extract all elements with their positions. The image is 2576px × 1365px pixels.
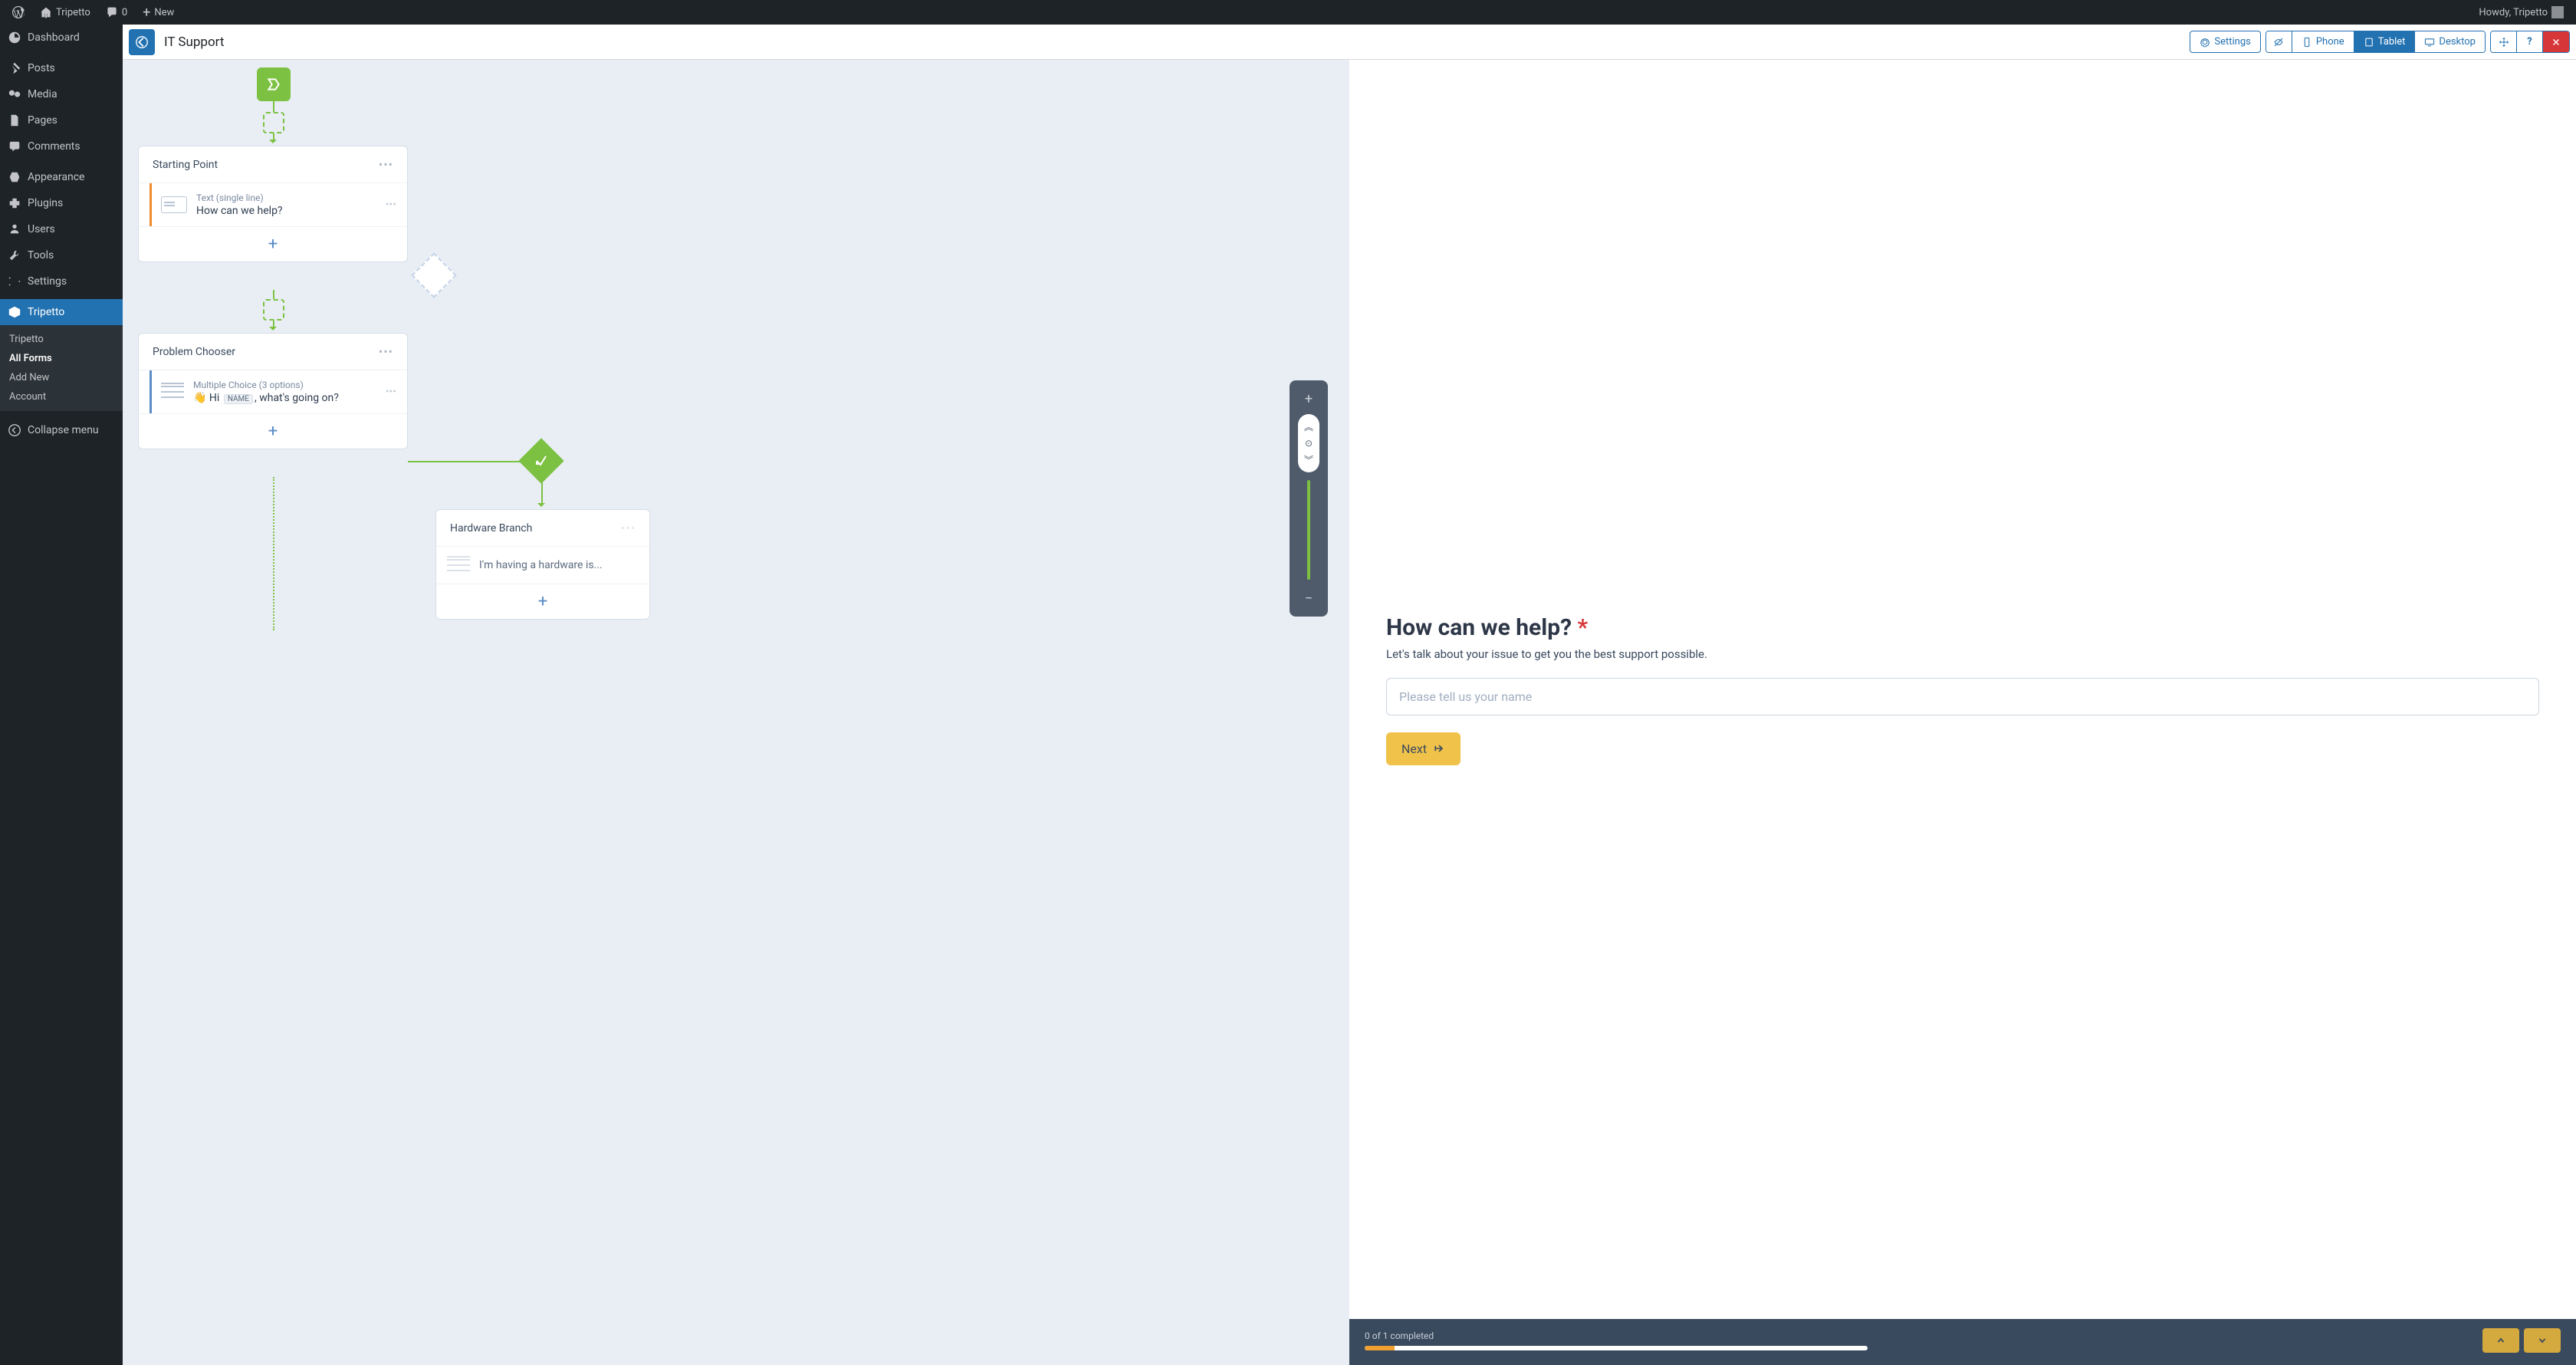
field-type: Text (single line): [196, 192, 376, 203]
more-icon[interactable]: •••: [386, 386, 396, 398]
more-icon[interactable]: •••: [379, 157, 393, 172]
card-title: Starting Point: [153, 159, 218, 171]
sidebar-submenu: Tripetto All Forms Add New Account: [0, 325, 123, 411]
sidebar-item-dashboard[interactable]: Dashboard: [0, 25, 123, 51]
comments-link[interactable]: 0: [100, 0, 133, 25]
new-link[interactable]: +New: [136, 0, 180, 25]
help-button[interactable]: ?: [2517, 31, 2543, 52]
main-area: IT Support Settings Phone Tablet Desktop…: [123, 25, 2576, 1365]
submenu-account[interactable]: Account: [0, 387, 123, 406]
prev-question-button[interactable]: [2482, 1328, 2519, 1353]
add-field-button[interactable]: +: [139, 226, 407, 261]
submenu-tripetto[interactable]: Tripetto: [0, 330, 123, 349]
field-text: 👋 Hi NAME, what's going on?: [193, 392, 376, 404]
flow-canvas[interactable]: Starting Point ••• Text (single line) How…: [123, 60, 1349, 1365]
wp-admin-bar: Tripetto 0 +New Howdy, Tripetto: [0, 0, 2576, 25]
tablet-button[interactable]: Tablet: [2354, 31, 2416, 52]
scroll-down-icon[interactable]: ︾: [1304, 453, 1313, 466]
avatar: [2551, 6, 2564, 18]
sidebar-item-pages[interactable]: Pages: [0, 107, 123, 133]
zoom-out-button[interactable]: −: [1298, 587, 1319, 609]
progress-bar: [1365, 1346, 1868, 1350]
preview-description: Let's talk about your issue to get you t…: [1386, 647, 2539, 661]
node-hardware-branch[interactable]: Hardware Branch ••• I'm having a hardware…: [435, 509, 650, 620]
next-question-button[interactable]: [2524, 1328, 2561, 1353]
card-title: Hardware Branch: [450, 522, 532, 534]
howdy-link[interactable]: Howdy, Tripetto: [2472, 0, 2570, 25]
toolbar: IT Support Settings Phone Tablet Desktop…: [123, 25, 2576, 60]
submenu-add-new[interactable]: Add New: [0, 368, 123, 387]
wp-logo[interactable]: [6, 0, 31, 25]
field-text: How can we help?: [196, 205, 376, 217]
text-field-icon: [161, 196, 187, 213]
list-icon: [447, 556, 470, 574]
card-title: Problem Chooser: [153, 346, 235, 358]
name-input[interactable]: [1386, 678, 2539, 715]
close-button[interactable]: [2543, 31, 2569, 52]
submenu-all-forms[interactable]: All Forms: [0, 349, 123, 368]
zoom-fit-icon[interactable]: ⊙: [1305, 438, 1313, 449]
sidebar-item-appearance[interactable]: Appearance: [0, 164, 123, 190]
phone-button[interactable]: Phone: [2292, 31, 2354, 52]
zoom-in-button[interactable]: +: [1298, 388, 1319, 410]
device-group: Phone Tablet Desktop: [2266, 31, 2486, 53]
sidebar-item-comments[interactable]: Comments: [0, 133, 123, 160]
hide-preview-button[interactable]: [2266, 31, 2292, 52]
field-text: I'm having a hardware is...: [479, 559, 639, 571]
sidebar-item-posts[interactable]: Posts: [0, 55, 123, 81]
more-icon[interactable]: •••: [386, 199, 396, 211]
next-button[interactable]: Next: [1386, 732, 1460, 765]
progress-text: 0 of 1 completed: [1365, 1330, 2482, 1341]
site-name-link[interactable]: Tripetto: [34, 0, 97, 25]
sidebar-item-media[interactable]: Media: [0, 81, 123, 107]
field-type: Multiple Choice (3 options): [193, 380, 376, 390]
back-button[interactable]: [129, 29, 155, 55]
branch-node[interactable]: [518, 438, 564, 483]
more-icon[interactable]: •••: [379, 344, 393, 359]
start-node[interactable]: [257, 67, 291, 101]
drop-zone[interactable]: [263, 112, 284, 133]
drop-zone[interactable]: [263, 299, 284, 321]
preview-footer: 0 of 1 completed: [1349, 1319, 2576, 1365]
preview-pane: How can we help? * Let's talk about your…: [1349, 60, 2576, 1365]
page-title: IT Support: [164, 35, 224, 50]
node-starting-point[interactable]: Starting Point ••• Text (single line) How…: [138, 146, 408, 262]
zoom-slider[interactable]: [1307, 480, 1310, 580]
collapse-menu[interactable]: Collapse menu: [0, 417, 123, 443]
add-field-button[interactable]: +: [139, 413, 407, 449]
wp-sidebar: Dashboard Posts Media Pages Comments App…: [0, 25, 123, 1365]
move-button[interactable]: [2491, 31, 2517, 52]
sidebar-item-users[interactable]: Users: [0, 216, 123, 242]
settings-button[interactable]: Settings: [2190, 31, 2260, 53]
add-field-button[interactable]: +: [436, 584, 649, 619]
sidebar-item-tripetto[interactable]: Tripetto: [0, 299, 123, 325]
sidebar-item-plugins[interactable]: Plugins: [0, 190, 123, 216]
zoom-panel: + ︽ ⊙ ︾ −: [1290, 380, 1328, 617]
desktop-button[interactable]: Desktop: [2415, 31, 2485, 52]
branch-placeholder[interactable]: [411, 252, 456, 298]
zoom-nav: ︽ ⊙ ︾: [1298, 414, 1319, 472]
action-group: ?: [2490, 31, 2570, 53]
sidebar-item-settings[interactable]: Settings: [0, 268, 123, 294]
more-icon[interactable]: •••: [621, 521, 636, 535]
sidebar-item-tools[interactable]: Tools: [0, 242, 123, 268]
node-problem-chooser[interactable]: Problem Chooser ••• Multiple Choice (3 op…: [138, 333, 408, 449]
scroll-up-icon[interactable]: ︽: [1304, 420, 1313, 433]
preview-question: How can we help? *: [1386, 614, 2539, 641]
list-icon: [161, 383, 184, 401]
